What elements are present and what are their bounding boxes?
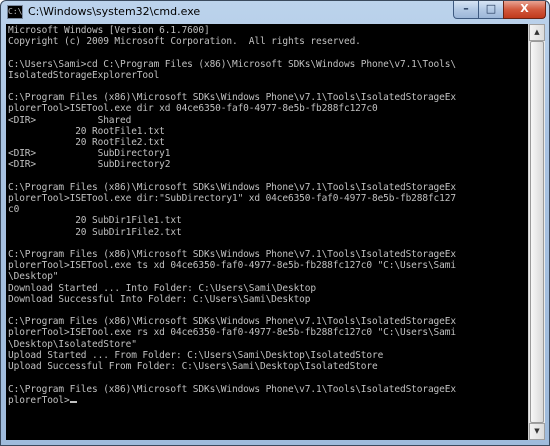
close-button[interactable]: X — [503, 1, 546, 19]
console-line: \Desktop\IsolatedStore" — [8, 338, 137, 350]
console-line: Upload Started ... From Folder: C:\Users… — [8, 349, 384, 361]
console-prompt: plorerTool> — [8, 394, 70, 406]
scroll-down-arrow-icon[interactable]: ▼ — [529, 423, 545, 440]
minimize-button[interactable]: – — [453, 1, 479, 19]
window-title: C:\Windows\system32\cmd.exe — [28, 5, 201, 18]
console-line: 20 RootFile1.txt — [75, 125, 165, 137]
console-line: <DIR> Shared — [8, 114, 132, 126]
console-line: C:\Program Files (x86)\Microsoft SDKs\Wi… — [8, 249, 456, 261]
console-line: 20 RootFile2.txt — [75, 137, 165, 149]
console-text: Microsoft Windows [Version 6.1.7600] Cop… — [6, 24, 528, 407]
console-line: C:\Users\Sami>cd C:\Program Files (x86)\… — [8, 58, 456, 70]
console-line: 20 SubDir1File1.txt — [75, 215, 182, 227]
cmd-app-icon[interactable]: C:\ — [7, 5, 23, 19]
console-line: <DIR> SubDirectory1 — [8, 148, 171, 160]
vertical-scrollbar[interactable]: ▲ ▼ — [528, 24, 545, 440]
console-line: C:\Program Files (x86)\Microsoft SDKs\Wi… — [8, 383, 456, 395]
console-line: C:\Program Files (x86)\Microsoft SDKs\Wi… — [8, 316, 456, 328]
maximize-button[interactable]: □ — [478, 1, 504, 19]
console-line: plorerTool>ISETool.exe dir xd 04ce6350-f… — [8, 103, 378, 115]
console-line: Copyright (c) 2009 Microsoft Corporation… — [8, 36, 361, 48]
text-cursor — [69, 400, 77, 403]
console-line: Microsoft Windows [Version 6.1.7600] — [8, 25, 210, 36]
console-line: plorerTool>ISETool.exe dir:"SubDirectory… — [8, 193, 456, 205]
console-line: Upload Successful From Folder: C:\Users\… — [8, 361, 378, 373]
console-line: c0 — [8, 204, 20, 216]
cmd-window: C:\ C:\Windows\system32\cmd.exe – □ X Mi… — [0, 0, 550, 446]
scroll-up-arrow-icon[interactable]: ▲ — [529, 24, 545, 41]
console-line: 20 SubDir1File2.txt — [75, 226, 182, 238]
console-line: <DIR> SubDirectory2 — [8, 159, 171, 171]
scrollbar-thumb[interactable] — [530, 41, 544, 423]
console-line: plorerTool>ISETool.exe rs xd 04ce6350-fa… — [8, 327, 456, 339]
console-line: \Desktop" — [8, 271, 59, 283]
console-line: IsolatedStorageExplorerTool — [8, 69, 160, 81]
console-line: plorerTool>ISETool.exe ts xd 04ce6350-fa… — [8, 260, 456, 272]
console-output-area[interactable]: Microsoft Windows [Version 6.1.7600] Cop… — [6, 24, 528, 440]
title-bar[interactable]: C:\ C:\Windows\system32\cmd.exe – □ X — [1, 1, 549, 23]
console-line: C:\Program Files (x86)\Microsoft SDKs\Wi… — [8, 181, 456, 193]
console-line: C:\Program Files (x86)\Microsoft SDKs\Wi… — [8, 92, 456, 104]
console-lines: Microsoft Windows [Version 6.1.7600] Cop… — [8, 25, 456, 395]
console-line: Download Successful Into Folder: C:\User… — [8, 293, 311, 305]
console-line: Download Started ... Into Folder: C:\Use… — [8, 282, 316, 294]
